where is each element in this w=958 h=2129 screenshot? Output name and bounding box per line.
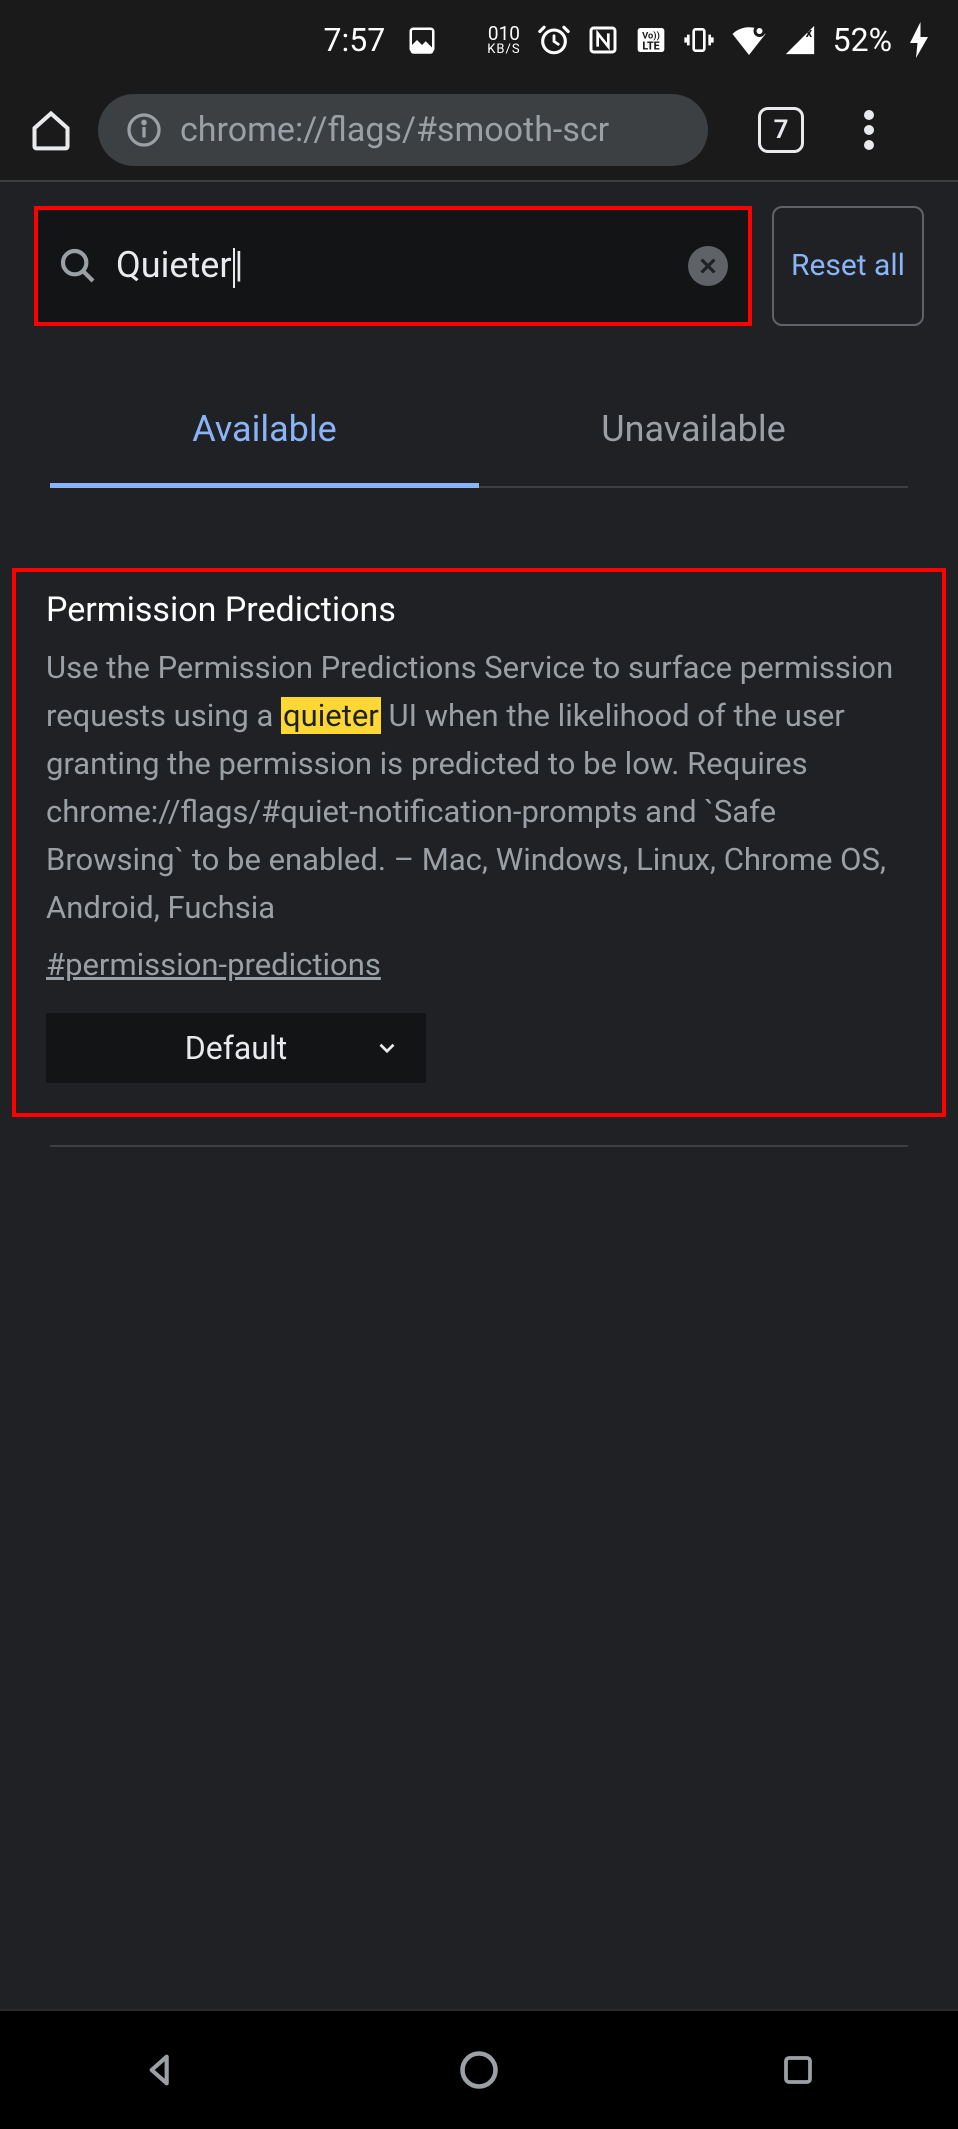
url-text: chrome://flags/#smooth-scr: [180, 110, 609, 150]
search-row: Quieter Reset all: [0, 182, 958, 350]
flag-select-value: Default: [185, 1029, 287, 1067]
flag-select-dropdown[interactable]: Default: [46, 1013, 426, 1083]
home-button[interactable]: [24, 103, 78, 157]
volte-icon: Vo))LTE: [635, 24, 667, 56]
divider: [50, 1145, 908, 1147]
recents-button[interactable]: [763, 2035, 833, 2105]
nfc-icon: [587, 24, 619, 56]
signal-icon: x: [783, 25, 817, 55]
search-input[interactable]: Quieter: [116, 244, 670, 287]
tab-count-value: 7: [774, 115, 789, 145]
search-box[interactable]: Quieter: [34, 206, 752, 326]
menu-button[interactable]: [842, 103, 896, 157]
tab-available[interactable]: Available: [50, 380, 479, 486]
back-button[interactable]: [125, 2035, 195, 2105]
reset-all-button[interactable]: Reset all: [772, 206, 924, 326]
svg-text:LTE: LTE: [642, 39, 659, 52]
status-time: 7:57: [324, 21, 386, 59]
tab-switcher-button[interactable]: 7: [758, 107, 804, 153]
charging-icon: [908, 22, 930, 58]
tab-unavailable[interactable]: Unavailable: [479, 380, 908, 486]
flag-description: Use the Permission Predictions Service t…: [46, 644, 912, 932]
search-highlight: quieter: [281, 697, 381, 734]
android-status-bar: 7:57 010 KB/S Vo))LTE x 52%: [0, 0, 958, 80]
battery-percentage: 52%: [833, 21, 892, 59]
vibrate-icon: [683, 24, 715, 56]
flag-card-permission-predictions: Permission Predictions Use the Permissio…: [12, 568, 946, 1117]
photo-icon: [407, 25, 437, 55]
home-nav-button[interactable]: [444, 2035, 514, 2105]
clear-search-button[interactable]: [688, 246, 728, 286]
flag-anchor-link[interactable]: #permission-predictions: [46, 946, 381, 983]
url-bar[interactable]: chrome://flags/#smooth-scr: [98, 94, 708, 166]
tabs: Available Unavailable: [50, 380, 908, 488]
info-icon: [126, 112, 162, 148]
browser-toolbar: chrome://flags/#smooth-scr 7: [0, 80, 958, 180]
android-nav-bar: [0, 2009, 958, 2129]
svg-text:x: x: [805, 26, 812, 41]
search-icon: [58, 246, 98, 286]
network-speed-indicator: 010 KB/S: [487, 24, 520, 56]
alarm-icon: [537, 23, 571, 57]
flag-title: Permission Predictions: [46, 590, 912, 630]
chevron-down-icon: [374, 1035, 400, 1061]
page-content: Quieter Reset all Available Unavailable …: [0, 180, 958, 1147]
wifi-icon: [731, 25, 767, 55]
